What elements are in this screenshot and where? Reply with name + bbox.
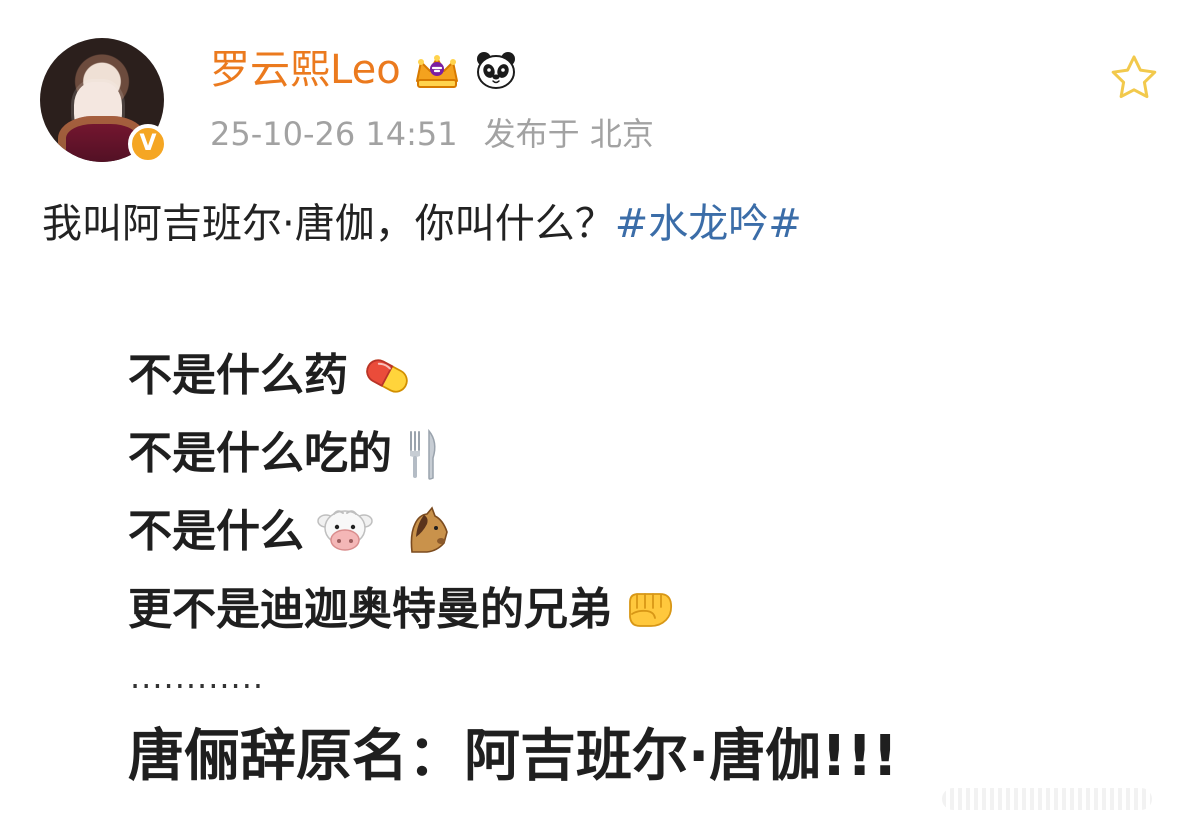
- timestamp: 25-10-26 14:51: [210, 115, 458, 153]
- username[interactable]: 罗云熙Leo: [210, 46, 401, 94]
- fist-icon: [629, 593, 673, 627]
- avatar-container[interactable]: V: [40, 38, 168, 166]
- image-line-2: 不是什么吃的: [128, 415, 680, 493]
- image-line-2-text: 不是什么吃的: [128, 428, 392, 479]
- image-line-3-text: 不是什么: [128, 506, 304, 557]
- image-line-1: 不是什么药: [128, 337, 680, 415]
- pill-icon: [366, 359, 408, 393]
- post-image[interactable]: 不是什么药 不是什么吃的 不是什么 更不是迪迦奥特曼的兄弟 ..........…: [42, 313, 1160, 816]
- crown-icon: [415, 55, 458, 88]
- cow-icon: [317, 510, 373, 551]
- horse-icon: [410, 506, 448, 553]
- author-row: 罗云熙Leo: [210, 46, 519, 94]
- post-meta: 25-10-26 14:51 发布于 北京: [210, 114, 654, 154]
- star-icon[interactable]: [1108, 52, 1160, 104]
- post-text: 我叫阿吉班尔·唐伽，你叫什么？#水龙吟#: [42, 196, 802, 252]
- image-line-1-text: 不是什么药: [128, 350, 348, 401]
- location-label: 发布于 北京: [483, 115, 654, 153]
- post-text-prefix: 我叫阿吉班尔·唐伽，你叫什么？: [42, 201, 615, 247]
- watermark: [942, 788, 1152, 810]
- verified-badge: V: [128, 124, 168, 164]
- image-line-3: 不是什么: [128, 493, 680, 571]
- post-header: V 罗云熙Leo 25-10-26 14:51 发布于 北京: [40, 38, 1160, 166]
- panda-icon: [476, 52, 515, 89]
- ellipsis-dots: ............: [130, 658, 265, 696]
- hashtag-link[interactable]: #水龙吟#: [615, 201, 802, 247]
- image-text-lines: 不是什么药 不是什么吃的 不是什么 更不是迪迦奥特曼的兄弟: [128, 337, 680, 649]
- image-line-4: 更不是迪迦奥特曼的兄弟: [128, 571, 680, 649]
- image-line-4-text: 更不是迪迦奥特曼的兄弟: [128, 584, 612, 635]
- utensils-icon: [410, 428, 436, 480]
- image-final-line: 唐俪辞原名：阿吉班尔·唐伽!!!: [128, 724, 898, 789]
